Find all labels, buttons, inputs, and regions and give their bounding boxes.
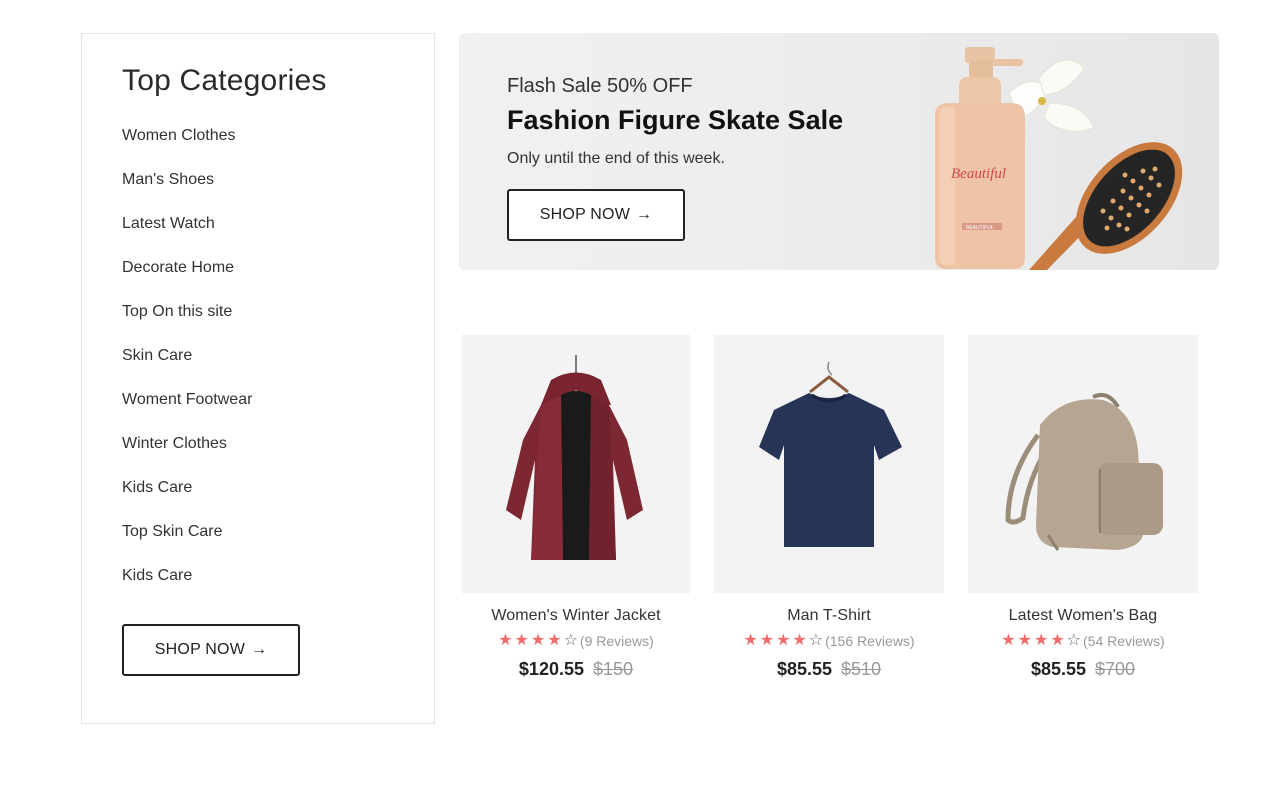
product-image[interactable] (461, 335, 691, 593)
top-categories-sidebar: Top Categories Women Clothes Man's Shoes… (81, 33, 435, 724)
hair-brush-icon (1029, 142, 1183, 270)
star-filled-icon: ★ (1033, 632, 1049, 649)
star-filled-icon: ★ (743, 632, 758, 649)
product-rating: ★ ★ ★ ★ ☆ (156 Reviews) (714, 632, 944, 650)
shop-now-label: SHOP NOW (154, 641, 245, 658)
category-item[interactable]: Kids Care (122, 566, 252, 610)
review-count: (156 Reviews) (825, 633, 915, 649)
shop-now-label: SHOP NOW (539, 206, 630, 223)
product-card[interactable]: Women's Winter Jacket ★ ★ ★ ★ ☆ (9 Revie… (461, 335, 691, 680)
category-item[interactable]: Top Skin Care (122, 522, 252, 566)
star-filled-icon: ★ (1001, 632, 1016, 649)
product-image[interactable] (714, 335, 944, 593)
arrow-right-icon: → (636, 206, 653, 223)
star-filled-icon: ★ (547, 632, 562, 649)
old-price: $510 (841, 659, 882, 679)
product-name[interactable]: Latest Women's Bag (968, 607, 1198, 625)
product-price: $120.55 $150 (461, 659, 691, 680)
arrow-right-icon: → (251, 641, 268, 658)
current-price: $120.55 (518, 659, 584, 679)
banner-product-image: Beautiful BEAUTIFUL (935, 47, 1183, 270)
category-item[interactable]: Decorate Home (122, 258, 252, 302)
product-name[interactable]: Man T-Shirt (714, 607, 944, 625)
backpack-image (1005, 393, 1163, 551)
bottle-label: Beautiful (951, 166, 1006, 182)
review-count: (54 Reviews) (1083, 633, 1165, 649)
star-filled-icon: ★ (530, 632, 546, 649)
star-filled-icon: ★ (498, 632, 513, 649)
flash-sale-banner: Flash Sale 50% OFF Fashion Figure Skate … (459, 33, 1219, 270)
star-empty-icon: ☆ (563, 632, 578, 649)
bottle-tag: BEAUTIFUL (966, 225, 994, 231)
category-item[interactable]: Man's Shoes (122, 170, 252, 214)
product-image[interactable] (968, 335, 1198, 593)
star-filled-icon: ★ (759, 632, 775, 649)
category-item[interactable]: Woment Footwear (122, 390, 252, 434)
jacket-image (506, 355, 643, 560)
category-item[interactable]: Top On this site (122, 302, 252, 346)
category-list: Women Clothes Man's Shoes Latest Watch D… (122, 126, 252, 610)
banner-title: Fashion Figure Skate Sale (507, 105, 844, 135)
star-filled-icon: ★ (1017, 632, 1032, 649)
product-card[interactable]: Latest Women's Bag ★ ★ ★ ★ ☆ (54 Reviews… (968, 335, 1198, 680)
category-item[interactable]: Kids Care (122, 478, 252, 522)
category-item[interactable]: Winter Clothes (122, 434, 252, 478)
banner-shop-now-button[interactable]: SHOP NOW → (507, 189, 685, 241)
star-filled-icon: ★ (776, 632, 791, 649)
product-price: $85.55 $510 (714, 659, 944, 680)
star-empty-icon: ☆ (1066, 632, 1081, 649)
product-rating: ★ ★ ★ ★ ☆ (54 Reviews) (968, 632, 1198, 650)
product-name[interactable]: Women's Winter Jacket (461, 607, 691, 625)
old-price: $700 (1095, 659, 1136, 679)
tshirt-image (759, 361, 902, 547)
category-item[interactable]: Latest Watch (122, 214, 252, 258)
star-filled-icon: ★ (792, 632, 807, 649)
product-rating: ★ ★ ★ ★ ☆ (9 Reviews) (461, 632, 691, 650)
sidebar-shop-now-button[interactable]: SHOP NOW → (122, 624, 300, 676)
category-item[interactable]: Skin Care (122, 346, 252, 390)
old-price: $150 (593, 659, 634, 679)
lotion-bottle-icon: Beautiful BEAUTIFUL (935, 47, 1025, 269)
product-price: $85.55 $700 (968, 659, 1198, 680)
category-item[interactable]: Women Clothes (122, 126, 252, 170)
current-price: $85.55 (776, 659, 832, 679)
banner-kicker: Flash Sale 50% OFF (507, 75, 693, 97)
sidebar-title: Top Categories (122, 64, 327, 97)
star-filled-icon: ★ (1050, 632, 1065, 649)
star-empty-icon: ☆ (808, 632, 824, 649)
review-count: (9 Reviews) (579, 633, 654, 649)
star-filled-icon: ★ (514, 632, 529, 649)
product-card[interactable]: Man T-Shirt ★ ★ ★ ★ ☆ (156 Reviews) $85.… (714, 335, 944, 680)
current-price: $85.55 (1030, 659, 1086, 679)
banner-subtitle: Only until the end of this week. (507, 150, 725, 167)
